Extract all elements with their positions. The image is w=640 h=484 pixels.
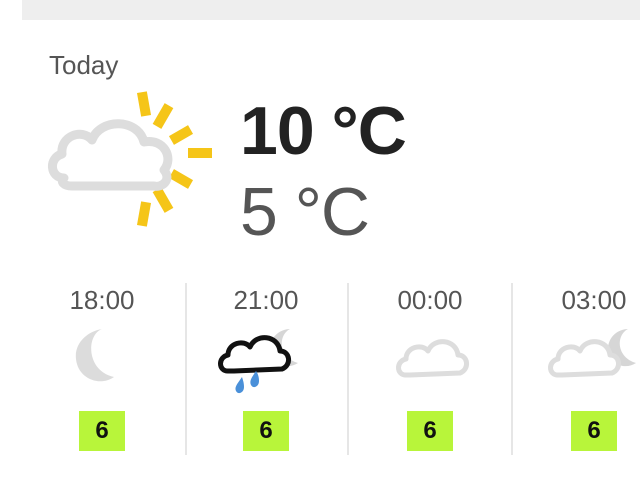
hour-time: 21:00 bbox=[233, 285, 299, 315]
high-temperature: 10 °C bbox=[240, 93, 407, 169]
cloud-icon bbox=[380, 325, 480, 385]
hour-time: 18:00 bbox=[69, 285, 135, 315]
hourly-item: 00:00 6 bbox=[350, 285, 510, 455]
rain-cloud-moon-icon bbox=[216, 325, 316, 394]
hour-time: 00:00 bbox=[397, 285, 463, 315]
divider bbox=[347, 283, 349, 455]
hourly-item: 03:00 6 bbox=[514, 285, 640, 455]
uv-index-badge: 6 bbox=[407, 411, 453, 451]
divider bbox=[511, 283, 513, 455]
uv-index-badge: 6 bbox=[571, 411, 617, 451]
partly-cloudy-sun-icon bbox=[46, 90, 216, 230]
uv-index-badge: 6 bbox=[243, 411, 289, 451]
hourly-item: 18:00 6 bbox=[22, 285, 182, 455]
cloud-moon-icon bbox=[544, 325, 640, 385]
hourly-item: 21:00 6 bbox=[186, 285, 346, 455]
uv-index-badge: 6 bbox=[79, 411, 125, 451]
moon-icon bbox=[52, 325, 152, 385]
hour-time: 03:00 bbox=[561, 285, 627, 315]
top-bar bbox=[22, 0, 640, 20]
low-temperature: 5 °C bbox=[240, 174, 370, 250]
today-label: Today bbox=[49, 50, 119, 80]
